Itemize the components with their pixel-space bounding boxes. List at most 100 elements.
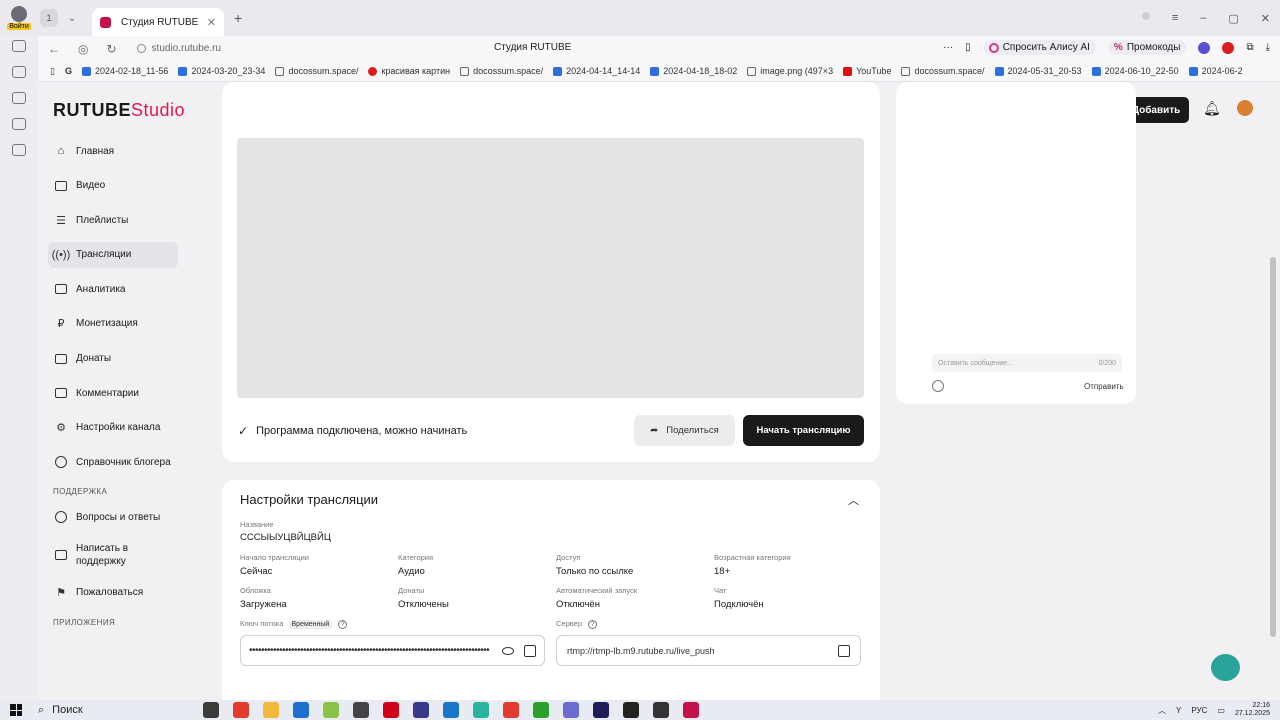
edge-icon[interactable] <box>472 702 489 718</box>
minimize-icon[interactable]: – <box>1200 12 1206 25</box>
bookmark-item[interactable]: docossum.space/ <box>460 66 543 76</box>
circle-icon[interactable] <box>1141 12 1150 20</box>
send-button[interactable]: Отправить <box>1084 382 1124 391</box>
app-icon[interactable] <box>562 702 579 718</box>
chat-message-input[interactable]: Оставить сообщение... 0/200 <box>932 354 1122 372</box>
bookmark-item[interactable]: красивая картин <box>368 66 450 76</box>
app-icon[interactable] <box>292 702 309 718</box>
collections-side-icon[interactable] <box>12 66 26 78</box>
s-app-icon[interactable] <box>12 118 26 130</box>
bookmark-item[interactable]: 2024-06-2 <box>1188 66 1243 76</box>
sidebar-item-blogger-guide[interactable]: Справочник блогера <box>48 449 178 475</box>
sidebar-item-report[interactable]: ⚑ Пожаловаться <box>48 580 178 606</box>
bookmark-item[interactable]: 2024-05-31_20-53 <box>994 66 1082 76</box>
yandex-tray-icon[interactable]: Y <box>1176 706 1181 715</box>
server-url-field[interactable]: rtmp://rtmp-lb.m9.rutube.ru/live_push <box>556 635 861 666</box>
copy-icon[interactable] <box>524 644 536 657</box>
help-icon[interactable]: ? <box>338 620 348 629</box>
chevron-up-icon[interactable]: ︿ <box>848 492 859 508</box>
record-icon[interactable] <box>1222 41 1235 54</box>
bookmark-item[interactable]: docossum.space/ <box>901 66 985 76</box>
sidebar-item-streams[interactable]: ((•)) Трансляции <box>48 241 178 268</box>
yandex-icon[interactable] <box>502 702 519 718</box>
bookmark-item[interactable]: 2024-04-18_18-02 <box>650 66 737 76</box>
app-icon[interactable] <box>652 702 669 718</box>
emoji-icon[interactable] <box>932 380 944 392</box>
protect-icon[interactable]: ◎ <box>78 42 88 56</box>
promo-button[interactable]: % Промокоды <box>1107 40 1187 55</box>
bookmark-item[interactable]: 2024-02-18_11-56 <box>81 66 168 76</box>
page-scrollbar[interactable] <box>1266 82 1280 700</box>
url-field[interactable]: studio.rutube.ru <box>136 43 221 54</box>
avatar[interactable] <box>1237 100 1253 116</box>
clock[interactable]: 22:16 27.12.2025 <box>1235 702 1270 718</box>
vscode-icon[interactable] <box>592 702 609 718</box>
extension-icon[interactable] <box>1198 41 1211 54</box>
bookmark-item[interactable]: image.png (497×3 <box>747 66 833 76</box>
sidebar-item-donates[interactable]: Донаты <box>48 346 178 372</box>
help-icon[interactable]: ? <box>588 620 598 629</box>
sidebar-item-label: Комментарии <box>76 387 139 399</box>
download-icon[interactable]: ⤓ <box>1266 42 1270 53</box>
app-icon[interactable] <box>682 702 699 718</box>
bookmark-google[interactable]: G <box>65 66 72 76</box>
chevron-down-icon[interactable]: ⌄ <box>68 13 80 24</box>
back-icon[interactable]: ← <box>48 42 60 56</box>
camera-icon[interactable] <box>12 144 26 156</box>
network-icon[interactable]: ▭ <box>1217 706 1225 715</box>
language-indicator[interactable]: РУС <box>1191 706 1207 715</box>
scrollbar-thumb[interactable] <box>1270 257 1276 637</box>
support-chat-button[interactable] <box>1211 654 1240 681</box>
history-icon[interactable] <box>12 40 26 52</box>
close-window-icon[interactable]: ✕ <box>1261 12 1270 25</box>
share-button[interactable]: ➦ Поделиться <box>634 415 735 446</box>
bookmark-item[interactable]: 2024-04-14_14-14 <box>553 66 640 76</box>
media-icon[interactable] <box>12 92 26 104</box>
file-explorer-icon[interactable] <box>262 702 279 718</box>
app-icon[interactable] <box>412 702 429 718</box>
sidebar-item-write-support[interactable]: Написать в поддержку <box>48 539 178 571</box>
tab-counter[interactable]: 1 <box>40 9 58 27</box>
reload-icon[interactable]: ↻ <box>106 42 116 56</box>
rutube-studio-logo[interactable]: RUTUBEStudio <box>53 100 185 121</box>
app-icon[interactable] <box>622 702 639 718</box>
task-view-icon[interactable] <box>202 702 219 718</box>
app-icon[interactable] <box>322 702 339 718</box>
menu-icon[interactable]: ≡ <box>1172 12 1178 25</box>
bookmark-item[interactable]: 2024-03-20_23-34 <box>178 66 265 76</box>
sidebar-item-video[interactable]: Видео <box>48 173 178 199</box>
sidebar-item-analytics[interactable]: Аналитика <box>48 276 178 302</box>
start-stream-button[interactable]: Начать трансляцию <box>743 415 864 446</box>
opera-icon[interactable] <box>382 702 399 718</box>
more-icon[interactable]: ··· <box>943 42 953 53</box>
tray-arrow-icon[interactable]: ︿ <box>1158 705 1166 716</box>
maximize-icon[interactable]: ▢ <box>1228 12 1238 25</box>
bookmark-file-icon[interactable]: ▯ <box>50 66 55 77</box>
taskbar-search[interactable]: ⌕ Поиск <box>38 704 83 717</box>
app-icon[interactable] <box>532 702 549 718</box>
stream-key-field[interactable]: ••••••••••••••••••••••••••••••••••••••••… <box>240 635 545 666</box>
sidebar-item-playlists[interactable]: ☰ Плейлисты <box>48 207 178 233</box>
eye-icon[interactable] <box>502 646 514 655</box>
profile-button[interactable]: Войти <box>0 0 38 36</box>
close-tab-icon[interactable]: ✕ <box>207 16 216 29</box>
app-icon[interactable] <box>352 702 369 718</box>
bookmark-item[interactable]: YouTube <box>843 66 891 76</box>
windows-start-icon[interactable] <box>10 704 22 716</box>
sidebar-item-home[interactable]: ⌂ Главная <box>48 138 178 164</box>
ask-alice-button[interactable]: Спросить Алису AI <box>982 40 1096 55</box>
sidebar-item-channel-settings[interactable]: ⚙ Настройки канала <box>48 415 178 441</box>
yandex-browser-icon[interactable] <box>232 702 249 718</box>
browser-tab[interactable]: Студия RUTUBE ✕ <box>92 8 224 36</box>
sidebar-item-faq[interactable]: Вопросы и ответы <box>48 504 178 530</box>
collections-icon[interactable]: ⧉ <box>1246 42 1253 53</box>
sidebar-item-monetization[interactable]: ₽ Монетизация <box>48 311 178 337</box>
bell-icon[interactable]: 🔔︎ <box>1203 100 1221 117</box>
store-icon[interactable] <box>442 702 459 718</box>
bookmark-item[interactable]: 2024-06-10_22-50 <box>1091 66 1179 76</box>
copy-icon[interactable] <box>838 644 850 657</box>
sidebar-item-comments[interactable]: Комментарии <box>48 380 178 406</box>
bookmark-item[interactable]: docossum.space/ <box>275 66 358 76</box>
bookmark-icon[interactable]: ▯ <box>965 42 971 53</box>
new-tab-icon[interactable]: + <box>234 10 242 26</box>
